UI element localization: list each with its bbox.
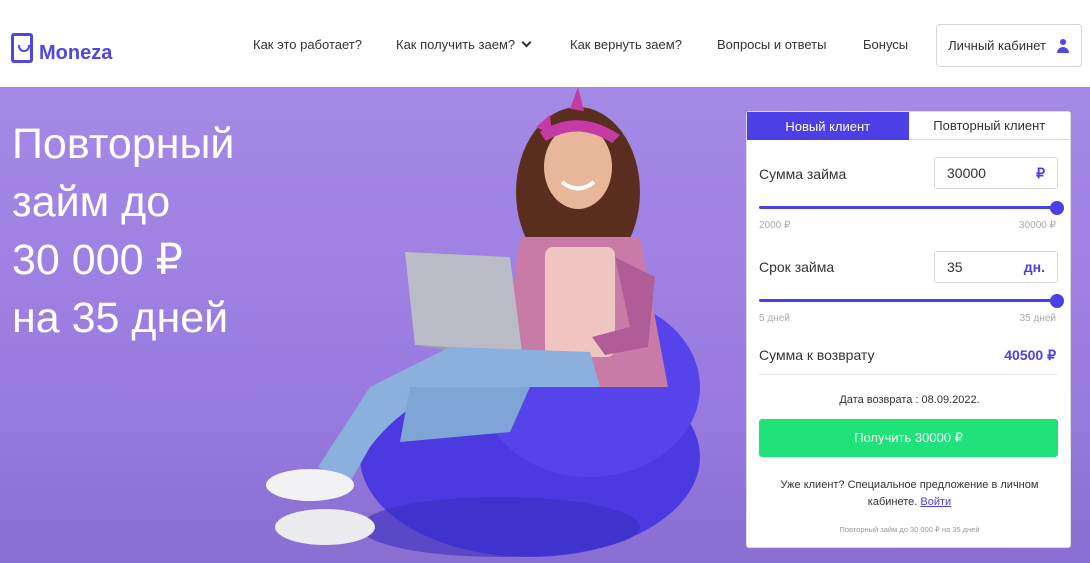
divider [759, 374, 1057, 375]
wallet-logo-icon [11, 32, 33, 63]
nav-bonuses[interactable]: Бонусы [863, 37, 908, 52]
loan-term-input[interactable]: 35 дн. [934, 251, 1058, 283]
nav-how-to-get-loan-label: Как получить заем? [396, 37, 516, 52]
get-loan-button[interactable]: Получить 30000 ₽ [759, 419, 1058, 457]
loan-term-slider-track[interactable] [759, 299, 1057, 302]
brand-name: Moneza [39, 42, 113, 64]
repay-amount-label: Сумма к возврату [759, 347, 875, 363]
loan-term-slider-handle[interactable] [1050, 294, 1064, 308]
loan-term-min: 5 дней [759, 313, 790, 324]
promo-text: Уже клиент? Специальное предложение в ли… [780, 479, 1039, 508]
site-header: Moneza Как это работает? Как получить за… [0, 0, 1090, 87]
loan-term-unit: дн. [1023, 259, 1045, 275]
loan-amount-label: Сумма займа [759, 166, 847, 182]
loan-amount-slider-handle[interactable] [1050, 201, 1064, 215]
chevron-down-icon [521, 37, 532, 48]
client-tabs: Новый клиент Повторный клиент [747, 112, 1070, 140]
loan-amount-input[interactable]: 30000 ₽ [934, 157, 1058, 189]
personal-account-button[interactable]: Личный кабинет [936, 24, 1082, 67]
return-date: Дата возврата : 08.09.2022. [839, 394, 980, 406]
tab-returning-client[interactable]: Повторный клиент [908, 112, 1070, 140]
user-icon [1056, 38, 1070, 53]
nav-faq[interactable]: Вопросы и ответы [717, 37, 826, 52]
loan-amount-max: 30000 ₽ [1019, 220, 1056, 231]
footnote: Повторный займ до 30 000 ₽ на 35 дней [839, 525, 980, 534]
login-link[interactable]: Войти [920, 496, 951, 508]
loan-term-label: Срок займа [759, 259, 835, 275]
loan-amount-min: 2000 ₽ [759, 220, 791, 231]
loan-calculator: Новый клиент Повторный клиент Сумма займ… [746, 111, 1071, 548]
loan-amount-slider-track[interactable] [759, 206, 1057, 209]
loan-term-max: 35 дней [1019, 313, 1056, 324]
returning-client-promo: Уже клиент? Специальное предложение в ли… [767, 477, 1052, 511]
repay-amount-value: 40500 ₽ [1004, 347, 1056, 363]
personal-account-label: Личный кабинет [948, 38, 1046, 53]
nav-how-to-repay[interactable]: Как вернуть заем? [570, 37, 682, 52]
nav-how-it-works[interactable]: Как это работает? [253, 37, 362, 52]
ruble-icon: ₽ [1036, 164, 1045, 181]
hero-illustration-woman-with-laptop [266, 87, 700, 557]
tab-new-client[interactable]: Новый клиент [747, 112, 909, 140]
logo[interactable]: Moneza [11, 30, 112, 65]
loan-term-value: 35 [947, 259, 963, 275]
nav-how-to-get-loan[interactable]: Как получить заем? [396, 37, 532, 52]
loan-amount-value: 30000 [947, 165, 986, 181]
